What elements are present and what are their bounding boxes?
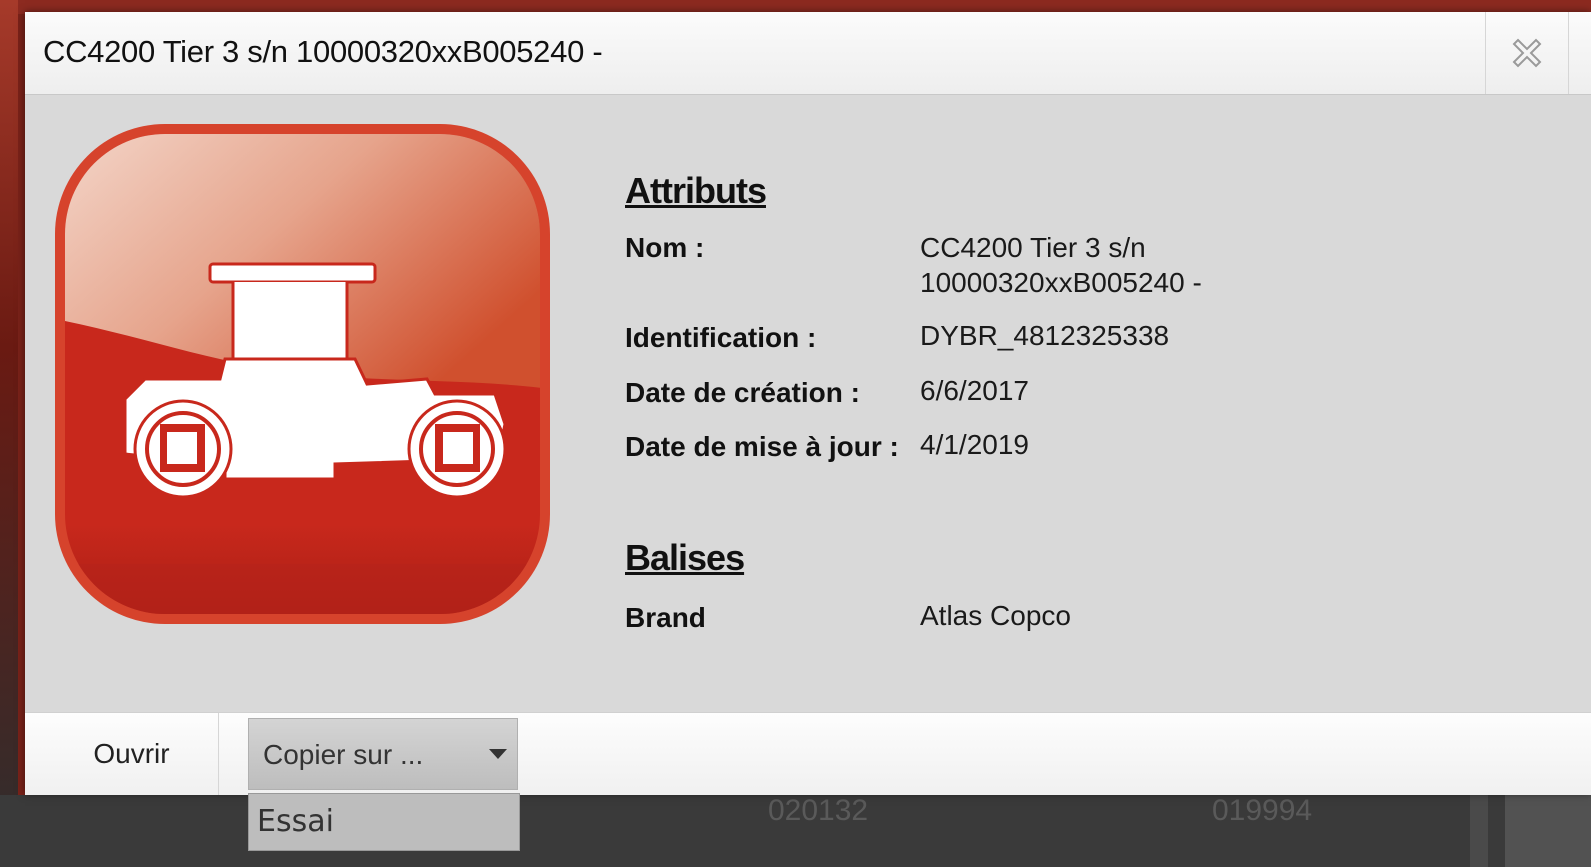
copy-to-option-essai[interactable]: Essai — [257, 804, 334, 839]
attribute-label-identification: Identification : — [625, 322, 817, 353]
tag-label-brand: Brand — [625, 602, 706, 633]
background-table-cell: 020132 — [768, 794, 869, 827]
attribute-label-created: Date de création : — [625, 377, 860, 408]
background-left — [0, 0, 18, 867]
attribute-label-updated: Date de mise à jour : — [625, 431, 899, 462]
dialog-footer: Ouvrir Copier sur ... — [25, 712, 1591, 795]
close-button[interactable] — [1485, 12, 1569, 94]
copy-to-dropdown-menu: Essai — [248, 793, 520, 851]
attribute-value-name-line1: CC4200 Tier 3 s/n — [920, 232, 1146, 263]
copy-to-select[interactable]: Copier sur ... — [248, 718, 518, 790]
close-icon — [1512, 38, 1542, 68]
background-scrollbar — [1470, 795, 1488, 867]
asset-details-dialog: CC4200 Tier 3 s/n 10000320xxB005240 - At… — [25, 12, 1591, 795]
attribute-label-name: Nom : — [625, 232, 705, 263]
tags-heading: Balises — [625, 537, 745, 578]
attributes-heading: Attributs — [625, 170, 767, 211]
dialog-title: CC4200 Tier 3 s/n 10000320xxB005240 - — [43, 34, 603, 69]
compactor-roller-icon — [55, 124, 550, 624]
chevron-down-icon — [489, 749, 507, 759]
background-panel — [1505, 795, 1591, 867]
dialog-header: CC4200 Tier 3 s/n 10000320xxB005240 - — [25, 12, 1591, 95]
attribute-value-updated: 4/1/2019 — [920, 429, 1029, 460]
attribute-value-name-line2: 10000320xxB005240 - — [920, 267, 1202, 298]
background-table-row: 020132 019994 — [0, 795, 1591, 867]
attribute-value-created: 6/6/2017 — [920, 375, 1029, 406]
tag-value-brand: Atlas Copco — [920, 600, 1071, 631]
attribute-value-identification: DYBR_4812325338 — [920, 320, 1170, 351]
background-table-cell: 019994 — [1212, 794, 1313, 827]
open-button[interactable]: Ouvrir — [45, 713, 219, 795]
copy-to-select-label: Copier sur ... — [263, 739, 424, 770]
